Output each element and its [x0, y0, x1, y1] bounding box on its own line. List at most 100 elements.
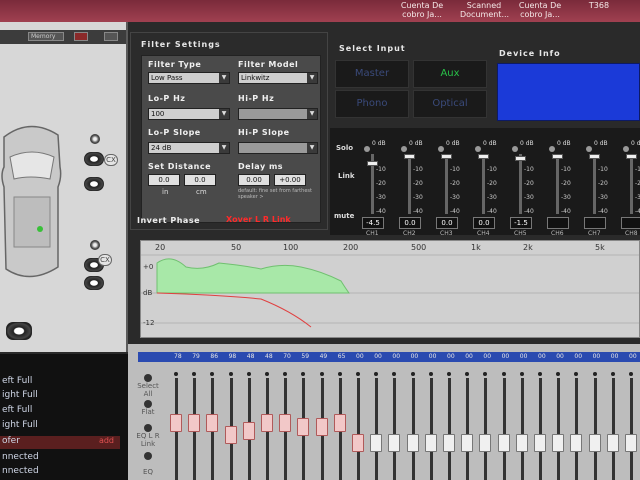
lop-hz-select[interactable]: 100 ▼	[148, 108, 230, 120]
invert-phase-toggle[interactable]: Invert Phase	[137, 216, 200, 225]
eq-slider-handle[interactable]	[606, 434, 619, 452]
cx-icon[interactable]: CX	[98, 254, 112, 266]
taskbar-item[interactable]: Cuenta De cobro Ja...	[398, 1, 446, 19]
fader-handle[interactable]	[626, 154, 637, 159]
list-item-selected[interactable]: ofer add	[0, 436, 120, 449]
channel-gain-value[interactable]: -1.5	[510, 217, 532, 229]
solo-led-icon[interactable]	[512, 146, 518, 152]
select-all-knob[interactable]	[144, 374, 152, 382]
taskbar-item[interactable]: Cuenta De cobro Ja...	[516, 1, 564, 19]
option-button[interactable]	[104, 32, 118, 41]
memory-button[interactable]: Memory	[28, 32, 64, 41]
eq-slider-handle[interactable]	[206, 414, 219, 432]
eq-link-knob[interactable]	[144, 424, 152, 432]
eq-slider-handle[interactable]	[461, 434, 474, 452]
eq-slider-handle[interactable]	[406, 434, 419, 452]
link-label[interactable]: Link	[338, 172, 355, 180]
flat-knob[interactable]	[144, 400, 152, 408]
eq-slider-handle[interactable]	[224, 426, 237, 444]
eq-slider-track[interactable]	[630, 378, 633, 480]
fader-handle[interactable]	[589, 154, 600, 159]
fader-handle[interactable]	[515, 156, 526, 162]
xover-link-toggle[interactable]: Xover L R Link	[226, 215, 291, 224]
lop-slope-select[interactable]: 24 dB ▼	[148, 142, 230, 154]
eq-slider-track[interactable]	[375, 378, 379, 480]
eq-slider-handle[interactable]	[515, 434, 528, 452]
eq-slider-handle[interactable]	[625, 434, 637, 452]
eq-slider-handle[interactable]	[534, 434, 546, 452]
eq-slider-track[interactable]	[357, 378, 360, 480]
channel-gain-value[interactable]: 0.0	[473, 217, 495, 229]
fader-handle[interactable]	[552, 154, 563, 159]
speaker-knob[interactable]	[90, 240, 100, 250]
list-item[interactable]: nnected	[0, 466, 120, 479]
fader-handle[interactable]	[404, 154, 415, 159]
channel-gain-value[interactable]: 0.0	[399, 217, 421, 229]
hip-hz-select[interactable]: ▼	[238, 108, 318, 120]
speaker-knob[interactable]	[90, 134, 100, 144]
channel-gain-value[interactable]	[547, 217, 569, 229]
list-item[interactable]: ight Full	[0, 390, 120, 403]
subwoofer-icon[interactable]	[6, 322, 32, 340]
eq-slider-handle[interactable]	[242, 422, 255, 440]
channel-gain-value[interactable]	[621, 217, 640, 229]
solo-led-icon[interactable]	[438, 146, 444, 152]
delay-fine-input[interactable]: +0.00	[274, 174, 306, 186]
select-all-button[interactable]: Select All	[134, 382, 162, 398]
source-optical-button[interactable]: Optical	[413, 90, 487, 118]
cx-icon[interactable]: CX	[104, 154, 118, 166]
channel-gain-value[interactable]: -4.5	[362, 217, 384, 229]
eq-slider-track[interactable]	[393, 378, 397, 480]
eq-knob[interactable]	[144, 452, 152, 460]
taskbar-item[interactable]: Scanned Document...	[460, 1, 509, 19]
eq-slider-handle[interactable]	[588, 434, 601, 452]
mute-label[interactable]: mute	[334, 212, 354, 220]
eq-slider-track[interactable]	[557, 378, 561, 480]
channel-gain-value[interactable]: 0.0	[436, 217, 458, 229]
eq-slider-track[interactable]	[411, 378, 415, 480]
list-item[interactable]: ight Full	[0, 420, 120, 433]
list-item[interactable]: nnected	[0, 452, 120, 465]
solo-led-icon[interactable]	[364, 146, 370, 152]
eq-slider-track[interactable]	[611, 378, 615, 480]
fader-track[interactable]	[593, 154, 596, 214]
filter-type-select[interactable]: Low Pass ▼	[148, 72, 230, 84]
solo-led-icon[interactable]	[549, 146, 555, 152]
eq-link-button[interactable]: EQ L R Link	[134, 432, 162, 448]
solo-led-icon[interactable]	[401, 146, 407, 152]
speaker-icon[interactable]	[84, 177, 104, 191]
flat-button[interactable]: Flat	[134, 408, 162, 416]
eq-slider-handle[interactable]	[552, 434, 565, 452]
solo-led-icon[interactable]	[475, 146, 481, 152]
eq-slider-handle[interactable]	[497, 434, 510, 452]
eq-slider-handle[interactable]	[315, 418, 328, 436]
eq-slider-handle[interactable]	[188, 414, 201, 432]
eq-slider-handle[interactable]	[370, 434, 383, 452]
source-aux-button[interactable]: Aux	[413, 60, 487, 88]
eq-slider-track[interactable]	[466, 378, 470, 480]
filter-model-select[interactable]: Linkwitz ▼	[238, 72, 318, 84]
fader-track[interactable]	[445, 154, 448, 214]
fader-track[interactable]	[519, 154, 522, 214]
delay-input[interactable]: 0.00	[238, 174, 270, 186]
eq-slider-track[interactable]	[429, 378, 433, 480]
clear-button[interactable]	[74, 32, 88, 41]
eq-slider-handle[interactable]	[479, 434, 492, 452]
eq-slider-track[interactable]	[448, 378, 451, 480]
eq-slider-track[interactable]	[539, 378, 542, 480]
eq-slider-track[interactable]	[502, 378, 506, 480]
eq-slider-handle[interactable]	[424, 434, 437, 452]
eq-slider-handle[interactable]	[333, 414, 346, 432]
source-master-button[interactable]: Master	[335, 60, 409, 88]
source-phono-button[interactable]: Phono	[335, 90, 409, 118]
solo-led-icon[interactable]	[623, 146, 629, 152]
eq-slider-handle[interactable]	[297, 418, 310, 436]
distance-cm-input[interactable]: 0.0	[184, 174, 216, 186]
eq-slider-track[interactable]	[520, 378, 524, 480]
eq-slider-handle[interactable]	[570, 434, 583, 452]
eq-slider-handle[interactable]	[279, 414, 292, 432]
eq-slider-handle[interactable]	[261, 414, 273, 432]
fader-track[interactable]	[630, 154, 633, 214]
channel-gain-value[interactable]	[584, 217, 606, 229]
eq-slider-track[interactable]	[575, 378, 579, 480]
